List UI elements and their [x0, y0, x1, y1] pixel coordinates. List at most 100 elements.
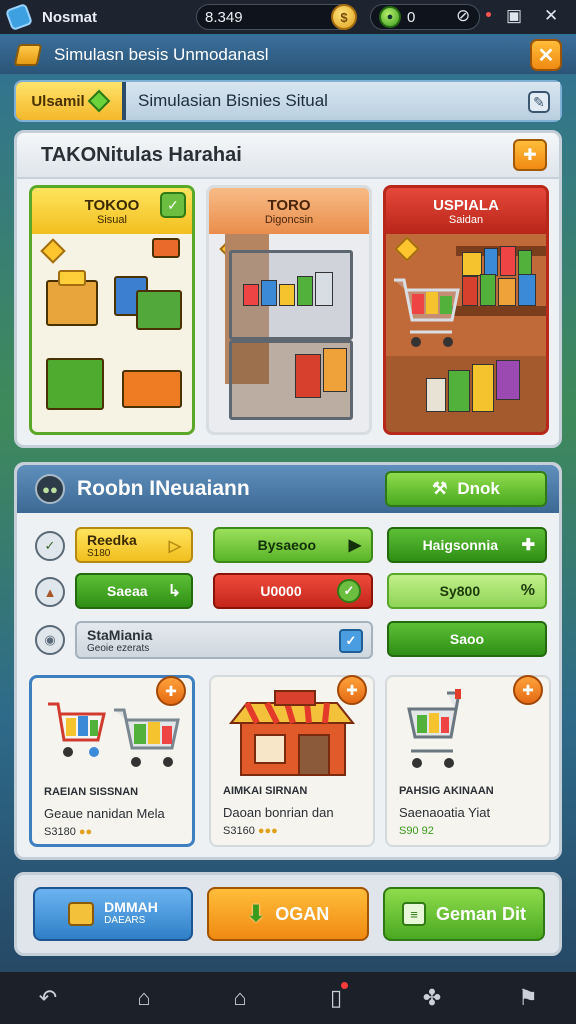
tools-icon[interactable]: ✚: [513, 675, 543, 705]
download-icon: ⬇: [246, 901, 266, 926]
check-icon: ✓: [337, 579, 361, 603]
ogan-button[interactable]: ⬇ OGAN: [207, 887, 369, 941]
product-icon: [480, 274, 496, 306]
product-icon: [462, 276, 478, 306]
product-title: AIMKAI SIRNAN: [223, 785, 308, 797]
store-panel-title: TAKONitulas Harahai: [41, 143, 242, 166]
search-input[interactable]: [126, 82, 560, 120]
star-icon: [40, 238, 66, 264]
notification-icon[interactable]: ▯: [316, 978, 356, 1018]
option-saeaa[interactable]: Saeaa ↳: [75, 573, 193, 609]
option-label: Sy800: [439, 583, 481, 599]
coin-amount: 8.349: [205, 8, 243, 26]
option-price: S180: [87, 547, 111, 559]
option-stamiania[interactable]: StaMiania Geoie ezerats ✓: [75, 621, 373, 659]
geman-dit-label: Geman Dit: [435, 903, 527, 924]
gem-amount: 0: [407, 8, 416, 26]
search-bar: Ulsamil ✎: [14, 80, 562, 122]
store-card-title: USPIALA: [433, 196, 499, 214]
product-card-pahsig[interactable]: ✚ PAHSIG AKINAAN Saenaoatia Yiat S90 92: [385, 675, 551, 847]
option-sy800[interactable]: Sy800 %: [387, 573, 547, 609]
option-label: U0000: [260, 583, 302, 599]
product-icon: [484, 248, 498, 276]
store-panel-action-button[interactable]: ✚: [513, 139, 547, 171]
option-label: Saeaa: [107, 583, 148, 599]
geman-dit-button[interactable]: ≡ Geman Dit: [383, 887, 545, 941]
option-label: Haigsonnia: [422, 537, 499, 553]
ogan-label: OGAN: [275, 903, 330, 924]
shopping-cart-icon: [407, 689, 461, 768]
store-card-header: TORO Digoncsin: [209, 188, 369, 234]
snack-icon: [58, 270, 86, 286]
app-name: Nosmat: [42, 8, 98, 26]
flag-icon[interactable]: ⚑: [508, 978, 548, 1018]
option-haigsonnia[interactable]: Haigsonnia ✚: [387, 527, 547, 563]
app-icon[interactable]: [4, 2, 34, 32]
product-price: S90 92: [399, 825, 434, 837]
percent-icon: %: [520, 582, 535, 599]
option-label: Bysaeoo: [257, 537, 317, 553]
check-circle-icon: ✓: [35, 531, 65, 561]
store-card-title: TOKOO: [84, 196, 140, 214]
dmmah-button[interactable]: DMMAH DAEARS: [33, 887, 193, 941]
dnok-button[interactable]: ⚒ Dnok: [385, 471, 547, 507]
checkbox-icon[interactable]: ✓: [339, 629, 363, 653]
store-card-subtitle: Saidan: [448, 213, 484, 226]
search-tag[interactable]: Ulsamil: [16, 82, 122, 120]
play-outline-icon: ▷: [168, 538, 181, 555]
close-icon[interactable]: ✕: [544, 6, 558, 26]
search-tag-label: Ulsamil: [31, 92, 85, 110]
store-card-toro[interactable]: TORO Digoncsin: [206, 185, 372, 435]
store-card-uspiala[interactable]: USPIALA Saidan: [383, 185, 549, 435]
box-icon: [152, 238, 180, 258]
product-icon: [472, 364, 494, 412]
product-description: Daoan bonrian dan: [223, 805, 334, 820]
status-bar: Nosmat 8.349 $ ● 0 ⊘ ▣ ✕: [0, 0, 576, 34]
option-saoo[interactable]: Saoo: [387, 621, 547, 657]
coin-counter[interactable]: 8.349 $: [196, 4, 357, 30]
add-icon: ✚: [521, 537, 535, 554]
store-card-tokoo[interactable]: TOKOO Sisual ✓: [29, 185, 195, 435]
shopping-cart-icon: [48, 702, 180, 767]
close-button[interactable]: ✕: [530, 39, 562, 71]
product-icon: [426, 378, 446, 412]
option-u0000[interactable]: U0000 ✓: [213, 573, 373, 609]
game-icon[interactable]: ✤: [412, 978, 452, 1018]
product-title: RAEIAN SISSNAN: [44, 786, 139, 798]
home-outline-icon[interactable]: ⌂: [124, 978, 164, 1018]
edit-icon[interactable]: ✎: [528, 91, 550, 113]
option-reedka[interactable]: Reedka S180 ▷: [75, 527, 193, 563]
product-icon: [261, 280, 277, 306]
product-icon: [295, 354, 321, 398]
product-card-aimkai[interactable]: ✚ AIMKAI SIRNAN Daoan bonrian dan S3160 …: [209, 675, 375, 847]
box-icon: [46, 358, 104, 410]
product-icon: [500, 246, 516, 276]
home-icon[interactable]: ⌂: [220, 978, 260, 1018]
option-label: Reedka: [87, 531, 137, 548]
product-price-value: S3160: [223, 825, 255, 837]
coin-icon: $: [331, 4, 357, 30]
hammer-icon: ⚒: [432, 479, 448, 498]
triangle-icon: ▲: [35, 577, 65, 607]
document-icon: ≡: [401, 902, 426, 926]
check-icon[interactable]: ✓: [160, 192, 186, 218]
wallet-icon: [68, 902, 95, 926]
dnok-label: Dnok: [457, 479, 500, 498]
product-icon: [518, 274, 536, 306]
minimize-icon[interactable]: ▣: [506, 6, 522, 26]
option-bysaeoo[interactable]: Bysaeoo ▶: [213, 527, 373, 563]
folder-icon: [13, 44, 43, 66]
product-price-value: S3180: [44, 826, 76, 838]
navigation-bar: ↶ ⌂ ⌂ ▯ ✤ ⚑: [0, 972, 576, 1024]
coin-icon: ●●: [78, 826, 93, 838]
product-icon: [462, 252, 482, 276]
window-title: Simulasn besis Unmodanasl: [54, 45, 269, 64]
store-panel: TAKONitulas Harahai ✚ TOKOO Sisual ✓ TOR…: [14, 130, 562, 448]
product-description: Geaue nanidan Mela: [44, 806, 165, 821]
product-card-raeian[interactable]: ✚ RAEIAN SISSNAN Geaue nanidan Mela S318…: [29, 675, 195, 847]
back-icon[interactable]: ↶: [28, 978, 68, 1018]
dmmah-text: DMMAH DAEARS: [104, 900, 158, 928]
store-card-title: TORO: [267, 196, 311, 214]
product-price: S3160 ●●●: [223, 825, 278, 837]
compass-icon[interactable]: ⊘: [456, 6, 470, 26]
